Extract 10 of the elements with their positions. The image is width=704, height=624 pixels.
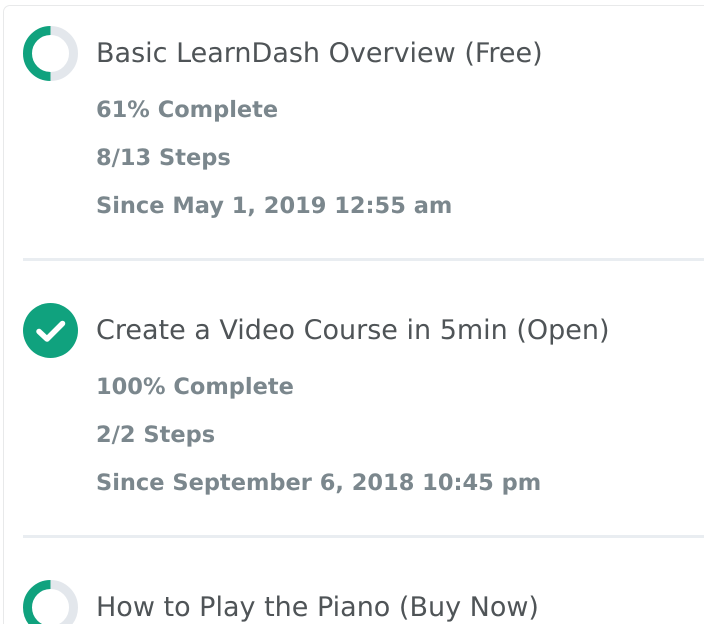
course-title[interactable]: Create a Video Course in 5min (Open) bbox=[96, 314, 610, 346]
course-detail: Since September 6, 2018 10:45 pm bbox=[96, 469, 542, 498]
course-detail: 8/13 Steps bbox=[96, 144, 231, 173]
course-detail: Since May 1, 2019 12:55 am bbox=[96, 192, 452, 221]
check-circle-icon bbox=[23, 302, 78, 358]
course-title[interactable]: How to Play the Piano (Buy Now) bbox=[96, 592, 539, 622]
course-detail: 2/2 Steps bbox=[96, 421, 216, 450]
course-detail: 61% Complete bbox=[96, 96, 278, 125]
course-detail: 100% Complete bbox=[96, 373, 294, 402]
course-title[interactable]: Basic LearnDash Overview (Free) bbox=[96, 38, 543, 68]
